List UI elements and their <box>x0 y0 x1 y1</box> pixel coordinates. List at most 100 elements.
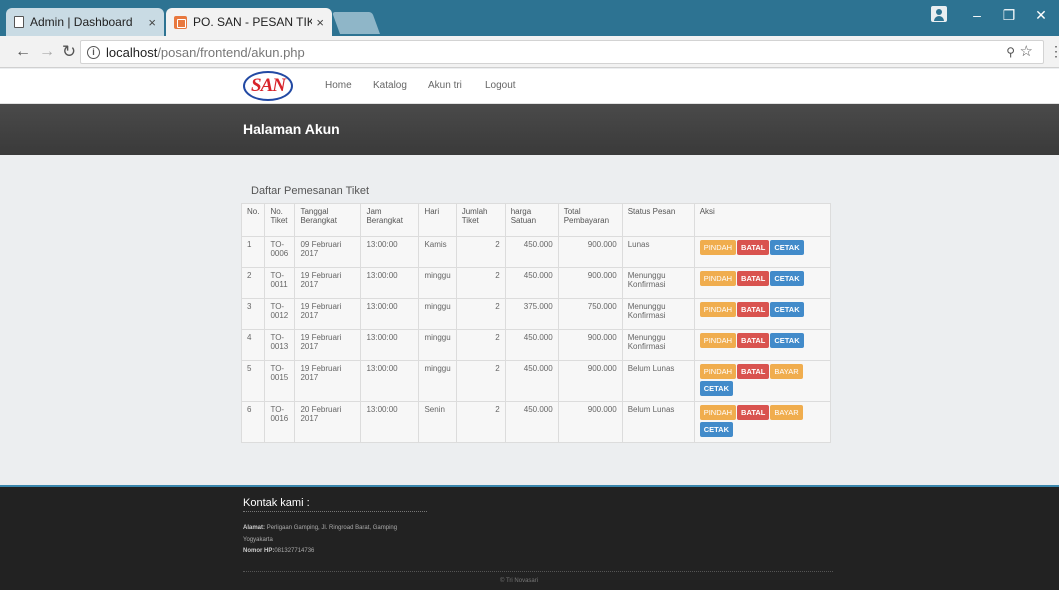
tab-admin-dashboard[interactable]: Admin | Dashboard × <box>6 8 164 36</box>
cell-total: 900.000 <box>557 329 623 361</box>
cetak-button[interactable]: CETAK <box>770 271 804 286</box>
cell-total: 750.000 <box>557 298 623 330</box>
table-row: 1 TO-0006 09 Februari 2017 13:00:00 Kamis 2 45… <box>240 236 832 268</box>
site-footer: Kontak kami : Alamat: Perligaan Gamping,… <box>0 485 1059 590</box>
cell-status: Menunggu Konfirmasi <box>621 298 695 330</box>
header-status: Status Pesan <box>621 203 695 237</box>
menu-dots-icon[interactable]: ⋮ <box>1049 44 1059 58</box>
logo-text: SAN <box>251 75 286 96</box>
address-value: Perligaan Gamping, Jl. Ringroad Barat, G… <box>266 525 398 531</box>
header-hari: Hari <box>418 203 457 237</box>
batal-button[interactable]: BATAL <box>737 333 770 348</box>
cell-tiket: TO-0011 <box>264 267 296 299</box>
cell-jumlah: 2 <box>455 360 506 402</box>
cetak-button[interactable]: CETAK <box>770 302 804 317</box>
url-host: localhost <box>106 44 158 60</box>
bayar-button[interactable]: BAYAR <box>770 364 803 379</box>
cell-no: 6 <box>240 401 266 443</box>
cell-jam: 13:00:00 <box>360 329 420 361</box>
pindah-button[interactable]: PINDAH <box>699 302 737 317</box>
new-tab-button[interactable] <box>331 12 381 34</box>
table-row: 3 TO-0012 19 Februari 2017 13:00:00 minggu 2 3… <box>240 298 832 330</box>
pindah-button[interactable]: PINDAH <box>699 364 737 379</box>
table-row: 4 TO-0013 19 Februari 2017 13:00:00 minggu 2 4… <box>240 329 832 361</box>
bayar-button[interactable]: BAYAR <box>770 405 803 420</box>
pindah-button[interactable]: PINDAH <box>699 240 737 255</box>
address-bar: ← → ↻ i localhost/posan/frontend/akun.ph… <box>0 36 1059 68</box>
cell-total: 900.000 <box>557 267 623 299</box>
nav-link-logout[interactable]: Logout <box>485 80 516 91</box>
cell-tanggal: 19 Februari 2017 <box>294 329 362 361</box>
cetak-button[interactable]: CETAK <box>770 333 804 348</box>
orders-body: 1 TO-0006 09 Februari 2017 13:00:00 Kamis 2 45… <box>240 236 832 443</box>
back-arrow-icon[interactable]: ← <box>12 41 34 63</box>
table-row: 6 TO-0016 20 Februari 2017 13:00:00 Senin 2 45… <box>240 401 832 443</box>
cell-hari: Senin <box>418 401 457 443</box>
zoom-icon[interactable]: ⚲ <box>1006 45 1015 59</box>
cell-total: 900.000 <box>557 236 623 268</box>
header-harga: harga Satuan <box>504 203 559 237</box>
reload-icon[interactable]: ↻ <box>58 41 80 63</box>
tab-title: Admin | Dashboard <box>30 15 133 29</box>
table-row: 5 TO-0015 19 Februari 2017 13:00:00 minggu 2 4… <box>240 360 832 402</box>
bookmark-star-icon[interactable]: ☆ <box>1020 42 1033 60</box>
nav-link-akun[interactable]: Akun tri <box>428 80 462 91</box>
phone-value: 081327714736 <box>274 548 315 554</box>
batal-button[interactable]: BATAL <box>737 302 770 317</box>
cell-status: Lunas <box>621 236 695 268</box>
url-input[interactable]: i localhost/posan/frontend/akun.php ⚲ ☆ <box>80 40 1044 64</box>
header-no: No. <box>240 203 266 237</box>
nav-link-katalog[interactable]: Katalog <box>373 80 407 91</box>
phone-label: Nomor HP: <box>243 548 275 554</box>
tab-close-icon[interactable]: × <box>316 15 324 30</box>
status-text: Konfirmasi <box>627 280 666 289</box>
batal-button[interactable]: BATAL <box>737 364 770 379</box>
cetak-button[interactable]: CETAK <box>699 422 733 437</box>
cell-jumlah: 2 <box>455 236 506 268</box>
browser-tab-bar: Admin | Dashboard × PO. SAN - PESAN TIKE… <box>0 0 1059 36</box>
batal-button[interactable]: BATAL <box>737 405 770 420</box>
footer-city: Yogyakarta <box>243 537 273 543</box>
cell-no: 3 <box>240 298 266 330</box>
cell-aksi: PINDAH BATAL BAYAR CETAK <box>693 360 832 402</box>
cell-status: Belum Lunas <box>621 360 695 402</box>
cell-tiket: TO-0015 <box>264 360 296 402</box>
site-logo[interactable]: SAN <box>243 71 293 101</box>
profile-icon[interactable] <box>931 6 947 22</box>
nav-link-home[interactable]: Home <box>325 80 352 91</box>
header-tiket: No. Tiket <box>264 203 296 237</box>
cell-jam: 13:00:00 <box>360 236 420 268</box>
cell-jumlah: 2 <box>455 401 506 443</box>
cell-hari: Kamis <box>418 236 457 268</box>
info-icon[interactable]: i <box>87 45 100 59</box>
site-favicon-icon <box>174 15 187 29</box>
tab-title: PO. SAN - PESAN TIKET | <box>193 15 313 29</box>
cell-no: 2 <box>240 267 266 299</box>
cell-hari: minggu <box>418 298 457 330</box>
cell-tanggal: 19 Februari 2017 <box>294 298 362 330</box>
url-path: /posan/frontend/akun.php <box>157 44 305 60</box>
forward-arrow-icon[interactable]: → <box>36 41 58 63</box>
cell-tiket: TO-0012 <box>264 298 296 330</box>
cell-jumlah: 2 <box>455 267 506 299</box>
batal-button[interactable]: BATAL <box>737 271 770 286</box>
close-window-button[interactable]: ✕ <box>1027 4 1055 26</box>
pindah-button[interactable]: PINDAH <box>699 405 737 420</box>
cell-jam: 13:00:00 <box>360 298 420 330</box>
minimize-button[interactable]: – <box>963 4 991 26</box>
cell-tanggal: 19 Februari 2017 <box>294 267 362 299</box>
page-banner: Halaman Akun <box>0 104 1059 155</box>
status-text: Menunggu <box>627 333 666 342</box>
batal-button[interactable]: BATAL <box>737 240 770 255</box>
cetak-button[interactable]: CETAK <box>770 240 804 255</box>
pindah-button[interactable]: PINDAH <box>699 333 737 348</box>
main-content: Daftar Pemesanan Tiket No. No. Tiket Tang… <box>0 155 1059 485</box>
cell-aksi: PINDAH BATAL CETAK <box>693 267 832 299</box>
cetak-button[interactable]: CETAK <box>699 381 733 396</box>
tab-po-san[interactable]: PO. SAN - PESAN TIKET | × <box>166 8 332 36</box>
cell-harga: 375.000 <box>504 298 559 330</box>
maximize-button[interactable]: ❐ <box>995 4 1023 26</box>
cell-harga: 450.000 <box>504 329 559 361</box>
tab-close-icon[interactable]: × <box>148 15 156 30</box>
pindah-button[interactable]: PINDAH <box>699 271 737 286</box>
